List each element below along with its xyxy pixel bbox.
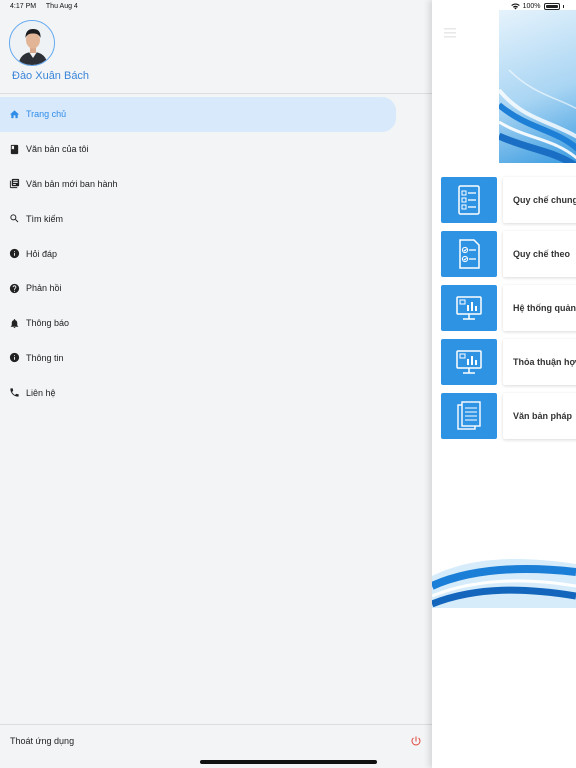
bell-icon: [9, 318, 20, 329]
menu-item-new-documents[interactable]: Văn bản mới ban hành: [0, 167, 432, 202]
checklist-doc-icon: [441, 231, 497, 277]
menu-item-label: Trang chủ: [26, 109, 67, 120]
library-books-icon: [9, 178, 20, 189]
menu-item-information[interactable]: Thông tin: [0, 341, 432, 376]
menu-item-label: Thông báo: [26, 318, 70, 329]
divider: [0, 93, 432, 94]
card-legal-documents[interactable]: Văn bản pháp: [441, 393, 576, 439]
checklist-icon: [441, 177, 497, 223]
status-date: Thu Aug 4: [45, 3, 78, 10]
card-label: Hệ thống quản: [503, 285, 576, 331]
status-bar: 4:17 PM Thu Aug 4 100%: [0, 0, 576, 14]
wifi-icon: [510, 3, 520, 10]
info-icon: [9, 248, 20, 259]
document-icon: [441, 393, 497, 439]
menu-item-notifications[interactable]: Thông báo: [0, 306, 432, 341]
menu-icon[interactable]: [444, 28, 456, 38]
menu-item-home[interactable]: Trang chủ: [0, 97, 396, 132]
menu-item-qa[interactable]: Hỏi đáp: [0, 236, 432, 271]
monitor-chart-icon: [441, 285, 497, 331]
divider: [0, 724, 432, 725]
menu-item-label: Tìm kiếm: [26, 213, 63, 224]
card-specific-regulations[interactable]: Quy chế theo: [441, 231, 576, 277]
menu-item-label: Văn bản mới ban hành: [26, 178, 118, 189]
book-icon: [9, 144, 20, 155]
monitor-chart-icon: [441, 339, 497, 385]
card-management-system[interactable]: Hệ thống quản: [441, 285, 576, 331]
menu-item-search[interactable]: Tìm kiếm: [0, 201, 432, 236]
status-time: 4:17 PM: [10, 3, 37, 10]
card-agreements[interactable]: Thỏa thuận hợ: [441, 339, 576, 385]
logout-button[interactable]: Thoát ứng dụng: [0, 726, 432, 756]
help-icon: [9, 283, 20, 294]
user-name[interactable]: Đào Xuân Bách: [12, 70, 89, 82]
menu-item-label: Phản hồi: [26, 283, 62, 294]
bottom-wave-decoration: [432, 556, 576, 608]
menu-item-my-documents[interactable]: Văn bản của tôi: [0, 132, 432, 167]
battery-icon: [543, 3, 560, 10]
card-label: Văn bản pháp: [503, 393, 576, 439]
card-label: Quy chế chung: [503, 177, 576, 223]
menu-item-label: Thông tin: [26, 352, 64, 363]
logout-label: Thoát ứng dụng: [10, 736, 75, 746]
card-label: Quy chế theo: [503, 231, 576, 277]
info-icon: [9, 352, 20, 363]
banner-image: [499, 10, 576, 163]
navigation-drawer: Đào Xuân Bách Trang chủ Văn bản của tôi …: [0, 0, 432, 768]
home-indicator: [200, 760, 377, 764]
drawer-menu: Trang chủ Văn bản của tôi Văn bản mới ba…: [0, 97, 432, 410]
phone-icon: [9, 387, 20, 398]
battery-tip: [562, 5, 564, 8]
home-icon: [9, 109, 20, 120]
status-left: 4:17 PM Thu Aug 4: [10, 3, 86, 10]
battery-percent: 100%: [522, 3, 541, 10]
profile-header: Đào Xuân Bách: [0, 14, 432, 94]
search-icon: [9, 213, 20, 224]
status-right: 100%: [510, 3, 564, 10]
menu-item-feedback[interactable]: Phản hồi: [0, 271, 432, 306]
menu-item-label: Hỏi đáp: [26, 248, 58, 259]
card-label: Thỏa thuận hợ: [503, 339, 576, 385]
menu-item-label: Liên hệ: [26, 387, 56, 398]
menu-item-label: Văn bản của tôi: [26, 144, 89, 155]
power-icon[interactable]: [410, 735, 422, 747]
menu-item-contact[interactable]: Liên hệ: [0, 375, 432, 410]
main-content: Quy chế chung Quy chế theo Hệ thống quản…: [432, 0, 576, 768]
card-general-regulations[interactable]: Quy chế chung: [441, 177, 576, 223]
avatar[interactable]: [9, 20, 55, 66]
